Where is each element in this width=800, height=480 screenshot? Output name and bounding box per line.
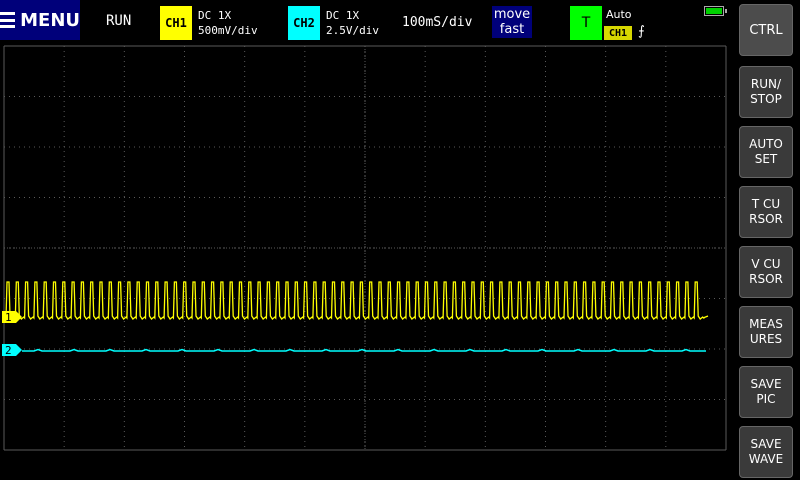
hamburger-icon <box>0 12 16 28</box>
trigger-source[interactable]: CH1 <box>604 26 632 40</box>
ctrl-button[interactable]: CTRL <box>739 4 793 56</box>
run-stop-button[interactable]: RUN/STOP <box>739 66 793 118</box>
trigger-tag[interactable]: T <box>570 6 602 40</box>
menu-button[interactable]: MENU <box>0 0 80 40</box>
measures-button[interactable]: MEAS URES <box>739 306 793 358</box>
ch1-waveform <box>5 281 709 320</box>
ch1-settings[interactable]: DC 1X 500mV/div <box>198 8 258 38</box>
move-speed: fast <box>499 22 525 37</box>
move-speed-toggle[interactable]: move fast <box>492 6 532 38</box>
battery-icon <box>704 6 727 16</box>
ch2-waveform <box>22 348 706 352</box>
scope-canvas: 1 2 <box>2 45 727 451</box>
auto-set-button[interactable]: AUTO SET <box>739 126 793 178</box>
save-pic-button[interactable]: SAVE PIC <box>739 366 793 418</box>
grid <box>3 45 727 451</box>
status-bar: MENU RUN CH1 DC 1X 500mV/div CH2 DC 1X 2… <box>0 0 732 44</box>
move-label: move <box>493 7 531 22</box>
ch1-coupling: DC 1X <box>198 9 232 22</box>
trigger-mode[interactable]: Auto <box>606 8 632 21</box>
run-state[interactable]: RUN <box>106 13 131 29</box>
ch1-scale: 500mV/div <box>198 24 258 37</box>
ch2-marker-label: 2 <box>5 344 12 357</box>
menu-label: MENU <box>20 9 80 31</box>
voltage-cursor-button[interactable]: V CU RSOR <box>739 246 793 298</box>
sidebar: CTRL RUN/STOP AUTO SET T CU RSOR V CU RSOR … <box>732 0 800 480</box>
time-cursor-button[interactable]: T CU RSOR <box>739 186 793 238</box>
ch1-marker-label: 1 <box>5 311 12 324</box>
ch2-marker[interactable]: 2 <box>2 344 22 357</box>
rising-edge-icon: ⨍ <box>638 24 645 39</box>
waveform-display[interactable]: 1 2 <box>0 44 732 480</box>
ch2-settings[interactable]: DC 1X 2.5V/div <box>326 8 379 38</box>
timebase[interactable]: 100mS/div <box>402 15 472 30</box>
ch2-coupling: DC 1X <box>326 9 360 22</box>
ch2-tag[interactable]: CH2 <box>288 6 320 40</box>
ch1-tag[interactable]: CH1 <box>160 6 192 40</box>
save-wave-button[interactable]: SAVE WAVE <box>739 426 793 478</box>
ch2-scale: 2.5V/div <box>326 24 379 37</box>
